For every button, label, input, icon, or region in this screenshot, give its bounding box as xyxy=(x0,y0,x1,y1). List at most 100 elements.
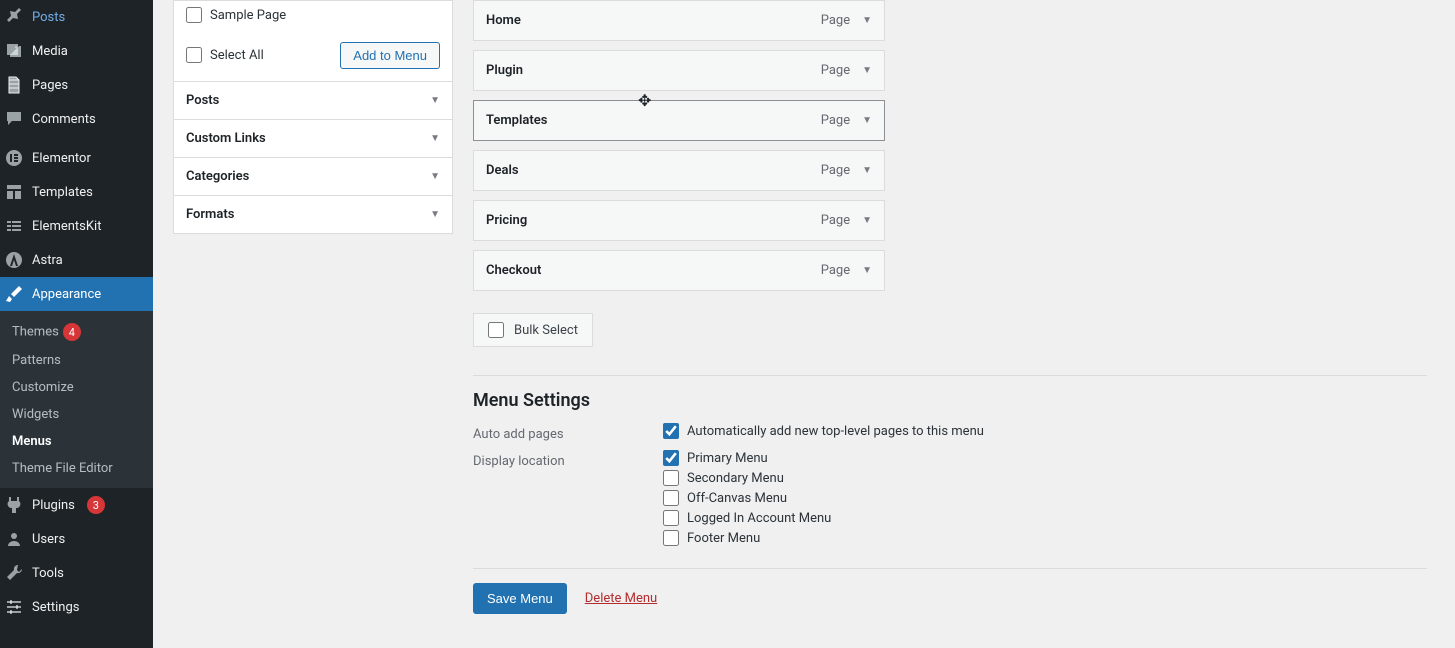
checkbox-label: Select All xyxy=(210,48,264,63)
sidebar-item-comments[interactable]: Comments xyxy=(0,102,153,136)
location-checkbox[interactable] xyxy=(663,510,679,526)
users-icon xyxy=(4,529,24,549)
sidebar-item-users[interactable]: Users xyxy=(0,522,153,556)
location-offcanvas[interactable]: Off-Canvas Menu xyxy=(663,490,831,506)
pages-icon xyxy=(4,75,24,95)
menu-item-title: Checkout xyxy=(486,263,541,278)
chevron-down-icon[interactable]: ▼ xyxy=(862,265,872,276)
menu-item-checkout[interactable]: Checkout Page▼ xyxy=(473,250,885,291)
sub-item-customize[interactable]: Customize xyxy=(0,374,153,401)
sidebar-item-media[interactable]: Media xyxy=(0,34,153,68)
menu-item-type: Page xyxy=(821,13,850,28)
menu-item-plugin[interactable]: Plugin Page▼ xyxy=(473,50,885,91)
menu-item-pricing[interactable]: Pricing Page▼ xyxy=(473,200,885,241)
sidebar-item-templates[interactable]: Templates xyxy=(0,175,153,209)
chevron-down-icon: ▼ xyxy=(430,209,440,220)
add-items-accordion: Sample Page Select All Add to Menu Posts… xyxy=(173,0,453,234)
checkbox-label: Sample Page xyxy=(210,8,286,23)
elementor-icon xyxy=(4,148,24,168)
sidebar-item-plugins[interactable]: Plugins 3 xyxy=(0,488,153,522)
menu-item-title: Pricing xyxy=(486,213,527,228)
astra-icon xyxy=(4,250,24,270)
sub-item-widgets[interactable]: Widgets xyxy=(0,401,153,428)
page-checkbox-row[interactable]: Sample Page xyxy=(186,1,440,29)
chevron-down-icon: ▼ xyxy=(430,95,440,106)
chevron-down-icon[interactable]: ▼ xyxy=(862,15,872,26)
sidebar-item-elementskit[interactable]: ElementsKit xyxy=(0,209,153,243)
menu-item-title: Templates xyxy=(486,113,547,128)
update-badge: 3 xyxy=(87,496,105,514)
sidebar-item-pages[interactable]: Pages xyxy=(0,68,153,102)
location-checkbox[interactable] xyxy=(663,470,679,486)
sidebar-item-elementor[interactable]: Elementor xyxy=(0,141,153,175)
bulk-select-checkbox[interactable] xyxy=(488,322,504,338)
sidebar-item-posts[interactable]: Posts xyxy=(0,0,153,34)
auto-add-checkbox[interactable] xyxy=(663,423,679,439)
sidebar-label: Users xyxy=(32,532,65,547)
menu-item-home[interactable]: Home Page▼ xyxy=(473,0,885,41)
sub-item-menus[interactable]: Menus xyxy=(0,428,153,455)
pushpin-icon xyxy=(4,7,24,27)
save-menu-button[interactable]: Save Menu xyxy=(473,583,567,614)
update-badge: 4 xyxy=(63,323,81,341)
chevron-down-icon[interactable]: ▼ xyxy=(862,115,872,126)
sidebar-item-tools[interactable]: Tools xyxy=(0,556,153,590)
location-logged-in[interactable]: Logged In Account Menu xyxy=(663,510,831,526)
option-label: Footer Menu xyxy=(687,531,760,546)
delete-menu-link[interactable]: Delete Menu xyxy=(585,591,657,606)
location-primary[interactable]: Primary Menu xyxy=(663,450,831,466)
chevron-down-icon[interactable]: ▼ xyxy=(862,165,872,176)
add-to-menu-button[interactable]: Add to Menu xyxy=(340,42,440,69)
plugins-icon xyxy=(4,495,24,515)
option-label: Off-Canvas Menu xyxy=(687,491,787,506)
accordion-head-formats[interactable]: Formats ▼ xyxy=(174,195,452,233)
location-footer[interactable]: Footer Menu xyxy=(663,530,831,546)
tools-icon xyxy=(4,563,24,583)
chevron-down-icon[interactable]: ▼ xyxy=(862,65,872,76)
auto-add-label: Auto add pages xyxy=(473,423,663,442)
chevron-down-icon[interactable]: ▼ xyxy=(862,215,872,226)
sub-item-patterns[interactable]: Patterns xyxy=(0,347,153,374)
location-checkbox[interactable] xyxy=(663,530,679,546)
sidebar-label: Tools xyxy=(32,566,64,581)
menu-item-deals[interactable]: Deals Page▼ xyxy=(473,150,885,191)
select-all-row[interactable]: Select All xyxy=(186,41,264,69)
select-all-checkbox[interactable] xyxy=(186,47,202,63)
sidebar-label: Appearance xyxy=(32,287,101,302)
location-checkbox[interactable] xyxy=(663,450,679,466)
sidebar-item-settings[interactable]: Settings xyxy=(0,590,153,624)
accordion-head-custom-links[interactable]: Custom Links ▼ xyxy=(174,119,452,157)
move-cursor-icon: ✥ xyxy=(638,91,651,110)
sample-page-checkbox[interactable] xyxy=(186,7,202,23)
location-secondary[interactable]: Secondary Menu xyxy=(663,470,831,486)
sub-item-theme-editor[interactable]: Theme File Editor xyxy=(0,455,153,482)
location-checkbox[interactable] xyxy=(663,490,679,506)
elementskit-icon xyxy=(4,216,24,236)
menu-items-list: Home Page▼ Plugin Page▼ ✥ Templates Page… xyxy=(473,0,1427,291)
sidebar-label: Posts xyxy=(32,10,65,25)
menu-item-title: Plugin xyxy=(486,63,523,78)
sidebar-label: Media xyxy=(32,44,68,59)
accordion-head-categories[interactable]: Categories ▼ xyxy=(174,157,452,195)
accordion-title: Categories xyxy=(186,169,249,184)
sidebar-label: Templates xyxy=(32,185,93,200)
chevron-down-icon: ▼ xyxy=(430,133,440,144)
sidebar-label: Settings xyxy=(32,600,79,615)
accordion-head-posts[interactable]: Posts ▼ xyxy=(174,81,452,119)
divider xyxy=(473,375,1427,376)
brush-icon xyxy=(4,284,24,304)
media-icon xyxy=(4,41,24,61)
menu-item-title: Deals xyxy=(486,163,519,178)
bulk-select-row[interactable]: Bulk Select xyxy=(473,313,593,347)
option-label: Secondary Menu xyxy=(687,471,784,486)
display-location-label: Display location xyxy=(473,450,663,469)
auto-add-option[interactable]: Automatically add new top-level pages to… xyxy=(663,423,984,439)
accordion-title: Custom Links xyxy=(186,131,266,146)
option-label: Primary Menu xyxy=(687,451,768,466)
sidebar-label: Elementor xyxy=(32,151,91,166)
sidebar-item-appearance[interactable]: Appearance xyxy=(0,277,153,311)
menu-item-templates[interactable]: ✥ Templates Page▼ xyxy=(473,100,885,141)
templates-icon xyxy=(4,182,24,202)
sidebar-item-astra[interactable]: Astra xyxy=(0,243,153,277)
sub-item-themes[interactable]: Themes4 xyxy=(0,317,153,347)
